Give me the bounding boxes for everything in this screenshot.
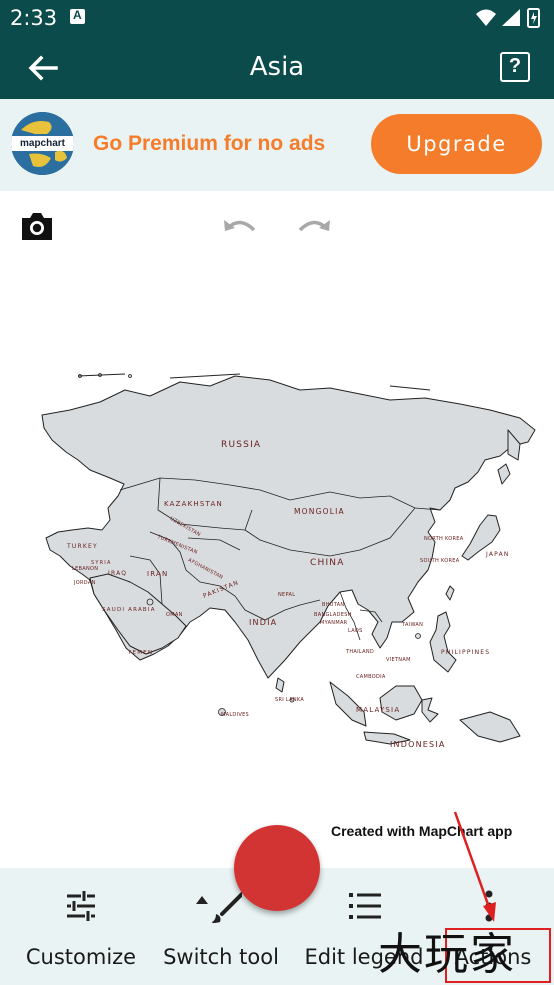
camera-icon[interactable]	[20, 210, 54, 242]
nav-label-switch-tool: Switch tool	[163, 945, 279, 969]
label-sri-lanka: SRI LANKA	[275, 697, 305, 703]
signal-icon	[502, 9, 520, 26]
annotation-arrow	[453, 811, 496, 922]
upgrade-button[interactable]: Upgrade	[371, 114, 542, 174]
tune-icon	[67, 891, 95, 921]
mapchart-logo: mapchart	[11, 112, 74, 175]
sri-lanka	[275, 677, 285, 693]
label-malaysia: MALAYSIA	[356, 706, 401, 714]
label-vietnam: VIETNAM	[386, 657, 411, 663]
help-icon[interactable]: ?	[500, 52, 530, 82]
notification-icon: A	[70, 8, 85, 24]
undo-icon[interactable]	[222, 214, 258, 240]
page-title: Asia	[249, 52, 305, 82]
label-japan: JAPAN	[486, 551, 510, 558]
label-myanmar: MYANMAR	[320, 620, 348, 626]
mainland-asia	[41, 375, 536, 679]
label-turkey: TURKEY	[67, 543, 98, 550]
customize-button[interactable]: Customize	[20, 868, 142, 985]
status-bar: 2:33 A	[0, 0, 554, 36]
label-philippines: PHILIPPINES	[441, 649, 491, 656]
label-indonesia: INDONESIA	[390, 740, 446, 749]
label-india: INDIA	[249, 618, 278, 627]
status-time: 2:33	[10, 6, 58, 30]
label-nepal: NEPAL	[278, 592, 296, 598]
asia-map[interactable]: RUSSIA KAZAKHSTAN MONGOLIA CHINA TURKEY …	[30, 360, 550, 780]
label-jordan: JORDAN	[74, 580, 96, 586]
sumatra	[329, 681, 367, 727]
label-mongolia: MONGOLIA	[294, 507, 345, 516]
label-lebanon: LEBANON	[72, 566, 99, 572]
borneo	[379, 685, 423, 721]
label-bangladesh: BANGLADESH	[314, 612, 352, 618]
ad-banner: mapchart Go Premium for no ads Upgrade	[0, 99, 554, 191]
label-thailand: THAILAND	[346, 649, 375, 655]
label-north-korea: NORTH KOREA	[424, 536, 464, 542]
nav-label-customize: Customize	[25, 945, 137, 969]
label-china: CHINA	[310, 558, 345, 568]
label-maldives: MALDIVES	[221, 712, 249, 718]
label-iran: IRAN	[147, 570, 169, 578]
brush-icon	[196, 892, 242, 923]
label-oman: OMAN	[166, 612, 183, 618]
label-bhutan: BHUTAN	[322, 602, 345, 608]
wifi-icon	[476, 9, 496, 26]
label-cambodia: CAMBODIA	[356, 674, 386, 680]
app-bar: Asia ?	[0, 36, 554, 99]
label-iraq: IRAQ	[108, 570, 128, 577]
logo-text: mapchart	[11, 136, 74, 151]
label-russia: RUSSIA	[221, 440, 262, 450]
label-south-korea: SOUTH KOREA	[420, 558, 460, 564]
color-fab[interactable]	[234, 825, 320, 911]
redo-icon[interactable]	[296, 214, 332, 240]
new-guinea	[459, 711, 521, 743]
label-laos: LAOS	[348, 628, 363, 634]
label-saudi-arabia: SAUDI ARABIA	[102, 607, 156, 613]
ad-text[interactable]: Go Premium for no ads	[93, 132, 353, 156]
notification-glyph: A	[73, 8, 82, 22]
status-icons	[476, 8, 540, 28]
label-taiwan: TAIWAN	[402, 622, 424, 628]
label-yemen: YEMEN	[128, 650, 154, 656]
watermark: 大玩家	[378, 929, 516, 980]
label-kazakhstan: KAZAKHSTAN	[164, 500, 223, 508]
philippines	[429, 611, 457, 673]
